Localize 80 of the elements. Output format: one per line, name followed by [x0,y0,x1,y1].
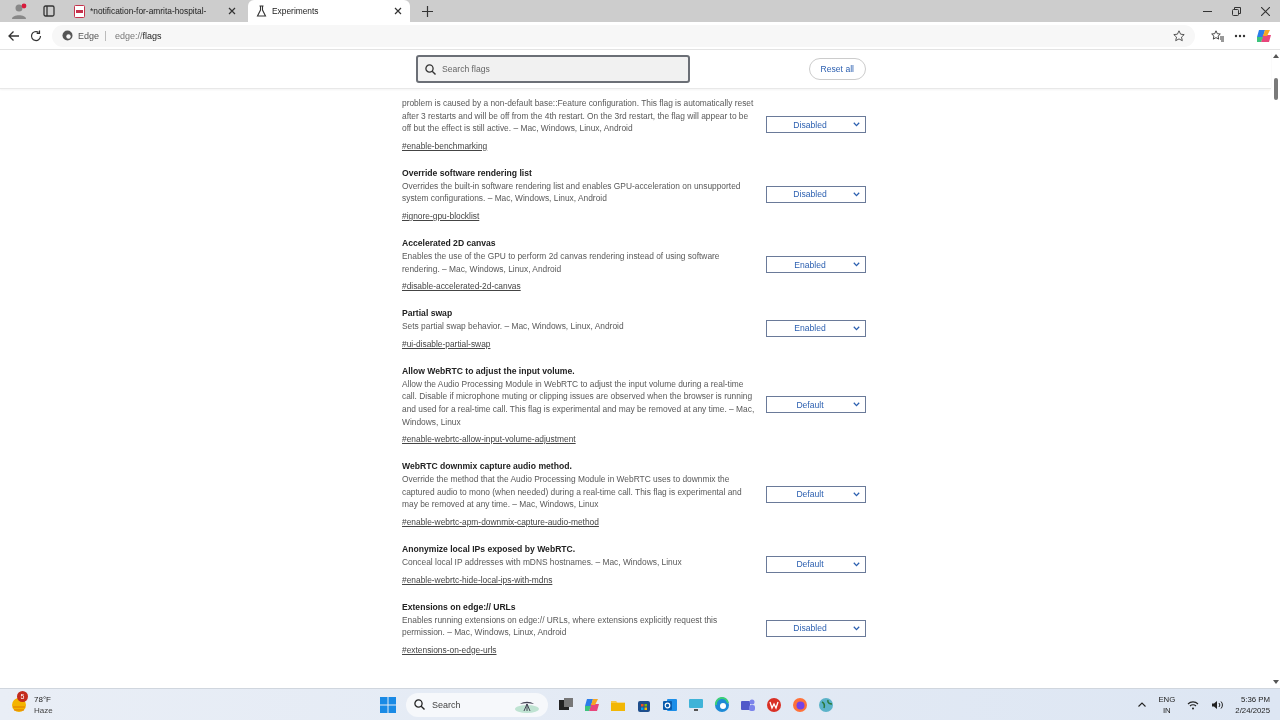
tab-actions-icon[interactable] [43,5,55,17]
favorites-icon[interactable] [1211,29,1224,42]
chevron-down-icon [853,262,860,268]
flag-title: Allow WebRTC to adjust the input volume. [402,364,576,378]
flag-title: WebRTC downmix capture audio method. [402,460,573,474]
profile-icon[interactable] [11,3,27,19]
flag-link[interactable]: #enable-benchmarking [402,138,488,153]
flag-dropdown[interactable]: Default [766,555,866,573]
chevron-down-icon [853,402,860,408]
flag-description: Allow the Audio Processing Module in WebRTC to adjust the input volume during a real-time call. Disable if microphone muting or clipping issues are observed when the browser is running and used for a real-time call. This flag is experimental and may be removed at any time. – Mac, Windows, Linux [402,377,756,429]
tab-title: *notification-for-amrita-hospital- [90,6,208,16]
chevron-down-icon [853,491,860,497]
flag-title: Anonymize local IPs exposed by WebRTC. [402,542,577,556]
reset-all-button[interactable]: Reset all [808,58,866,80]
chevron-down-icon [853,325,860,331]
mail-app-icon[interactable] [662,696,678,713]
chevron-up-icon[interactable] [1138,702,1147,707]
search-field[interactable]: Search flags [416,55,690,83]
flag-description: Override the method that the Audio Processing Module in WebRTC uses to downmix the captured audio to mono (when needed) during a real-time call. This flag is experimental and may be removed at any time. – Mac, Windows, Linux [402,473,743,511]
close-icon[interactable] [394,7,402,15]
flag-link[interactable]: #disable-accelerated-2d-canvas [402,279,521,294]
scroll-down-icon[interactable] [1272,680,1279,684]
close-icon[interactable] [228,7,236,15]
new-tab-icon[interactable] [421,5,433,17]
flag-dropdown[interactable]: Default [766,485,866,503]
scroll-up-icon[interactable] [1272,54,1279,58]
url-text: edge://flags [115,30,162,41]
office-app-icon[interactable] [766,696,782,713]
flag-dropdown[interactable]: Disabled [766,185,866,203]
browser-tab[interactable]: *notification-for-amrita-hospital- [66,0,244,22]
flag-description: Overrides the built-in software rendering list and enables GPU-acceleration on unsupported system configurations. – Mac, Windows, Linux, Android [402,179,742,205]
site-label: Edge [78,30,107,41]
flag-description: Sets partial swap behavior. – Mac, Windows, Linux, Android [402,320,625,333]
flag-link[interactable]: #ui-disable-partial-swap [402,336,491,351]
flag-title: Override software rendering list [402,166,533,180]
flag-dropdown[interactable]: Enabled [766,256,866,274]
more-icon[interactable] [1234,33,1246,38]
flag-link[interactable]: #extensions-on-edge-urls [402,642,497,657]
flag-title: Accelerated 2D canvas [402,236,497,250]
weather-condition: Haze [34,704,53,716]
temperature-label: 78°F [34,693,52,705]
close-icon[interactable] [1261,6,1270,16]
wifi-icon[interactable] [1187,699,1200,710]
search-icon [425,64,436,75]
flag-dropdown[interactable]: Enabled [766,319,866,337]
flag-dropdown[interactable]: Disabled [766,116,866,134]
search-icon [414,699,425,710]
search-placeholder: Search [432,699,462,710]
tab-title: Experiments [272,6,320,16]
flag-title: Partial swap [402,307,454,321]
globe-app-icon[interactable] [818,696,834,713]
flag-description: Enables the use of the GPU to perform 2d canvas rendering instead of using software rendering. – Mac, Windows, Linux, Android [402,249,721,276]
flag-link[interactable]: #ignore-gpu-blocklist [402,208,480,223]
flag-dropdown[interactable]: Disabled [766,619,866,637]
flag-link[interactable]: #enable-webrtc-allow-input-volume-adjustment [402,432,576,447]
taskbar-search-field[interactable]: Search [406,692,548,717]
flag-title: Extensions on edge:// URLs [402,600,517,614]
address-bar[interactable]: Edge edge://flags [52,24,1195,47]
task-view-icon[interactable] [558,696,574,713]
browser-tab[interactable]: Experiments [248,0,410,22]
windows-start-icon[interactable] [380,696,396,713]
flag-dropdown[interactable]: Default [766,396,866,414]
chevron-down-icon [853,561,860,567]
pdf-icon [74,4,85,18]
flask-icon [256,5,267,17]
flag-description: Conceal local IP addresses with mDNS hostnames. – Mac, Windows, Linux [402,555,683,569]
back-icon[interactable] [8,29,20,42]
flag-link[interactable]: #enable-webrtc-hide-local-ips-with-mdns [402,572,553,587]
volume-icon[interactable] [1211,699,1224,710]
star-icon[interactable] [1173,29,1185,42]
flag-link[interactable]: #enable-webrtc-apm-downmix-capture-audio-method [402,514,599,529]
monitor-icon[interactable] [688,696,704,713]
scrollbar-thumb[interactable] [1273,78,1278,100]
refresh-icon[interactable] [30,29,42,42]
restore-icon[interactable] [1232,6,1241,16]
chevron-down-icon [853,625,860,631]
chevron-down-icon [853,122,860,128]
flag-description: problem is caused by a non-default base::Feature configuration. This flag is automatically reset after 3 restarts and will be off from the 4th restart. On the 3rd restart, the flag will appear to be off but the effect is still active. – Mac, Windows, Linux, Android [402,97,755,135]
chevron-down-icon [853,191,860,197]
flag-description: Enables running extensions on edge:// URLs, where extensions explicitly request this permission. – Mac, Windows, Linux, Android [402,613,719,639]
